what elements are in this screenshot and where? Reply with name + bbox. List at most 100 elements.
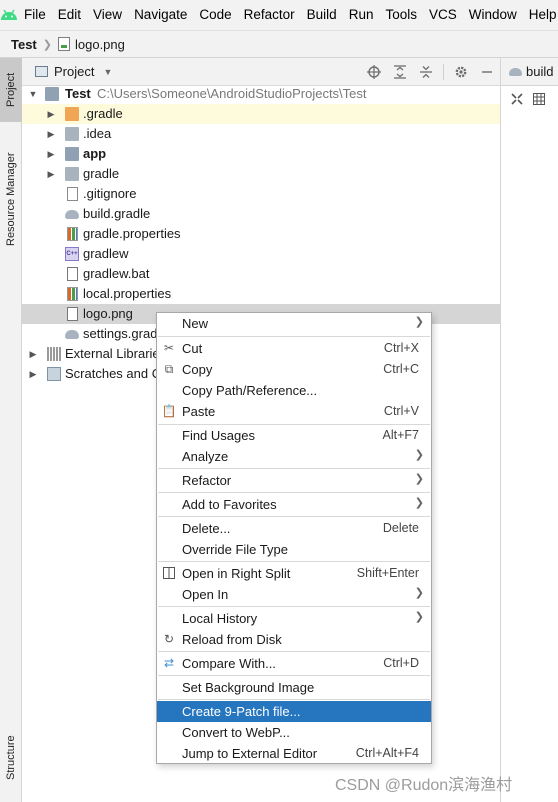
- chevron-right-icon[interactable]: ▶: [27, 364, 39, 384]
- menu-item-label: Set Background Image: [182, 680, 315, 695]
- project-view-icon: [35, 66, 48, 77]
- menu-item-create-9-patch[interactable]: Create 9-Patch file...: [157, 701, 431, 722]
- menu-item-label: Delete...: [182, 521, 231, 536]
- menu-item-label: Analyze: [182, 449, 229, 464]
- properties-file-icon: [67, 287, 78, 301]
- tree-item-label: gradlew.bat: [83, 266, 150, 281]
- menu-item-label: Cut: [182, 341, 203, 356]
- breadcrumb-separator-icon: ❯: [42, 38, 52, 51]
- menu-item-override-file-type[interactable]: Override File Type: [157, 539, 431, 560]
- menu-item-shortcut: Delete: [382, 521, 419, 535]
- chevron-right-icon[interactable]: ▶: [45, 144, 57, 164]
- menu-bar: File Edit View Navigate Code Refactor Bu…: [0, 0, 558, 30]
- tool-window-structure-tab[interactable]: Structure: [0, 718, 22, 798]
- menu-item-set-background-image[interactable]: Set Background Image: [157, 677, 431, 698]
- minimize-icon[interactable]: [474, 58, 500, 86]
- submenu-arrow-icon: ❯: [414, 316, 424, 328]
- menu-item-add-to-favorites[interactable]: Add to Favorites ❯: [157, 494, 431, 515]
- tree-item-label: settings.grad: [83, 326, 158, 341]
- menu-item-delete[interactable]: Delete... Delete: [157, 518, 431, 539]
- grid-icon[interactable]: [533, 92, 545, 108]
- menu-window[interactable]: Window: [463, 0, 523, 30]
- tree-item-label: build.gradle: [83, 206, 151, 221]
- editor-tab-build[interactable]: build: [501, 58, 558, 86]
- gradle-icon: [65, 330, 79, 339]
- menu-item-new[interactable]: New ❯: [157, 313, 431, 334]
- tool-window-project-tab[interactable]: Project: [0, 58, 22, 122]
- folder-icon: [65, 167, 79, 181]
- chevron-down-icon[interactable]: ▼: [103, 67, 112, 77]
- menu-vcs[interactable]: VCS: [423, 0, 463, 30]
- menu-file[interactable]: File: [18, 0, 52, 30]
- menu-refactor[interactable]: Refactor: [238, 0, 301, 30]
- target-icon[interactable]: [361, 58, 387, 86]
- fit-icon[interactable]: [511, 92, 523, 108]
- tree-row-gradle-dir[interactable]: ▶ .gradle: [22, 104, 500, 124]
- menu-item-copy-path[interactable]: Copy Path/Reference...: [157, 380, 431, 401]
- tree-row-build-gradle[interactable]: build.gradle: [22, 204, 500, 224]
- expand-all-icon[interactable]: [387, 58, 413, 86]
- expand-arrow-icon[interactable]: ▼: [27, 84, 39, 104]
- chevron-right-icon[interactable]: ▶: [45, 124, 57, 144]
- toolbar-divider: [443, 64, 444, 80]
- menu-item-label: Jump to External Editor: [182, 746, 318, 761]
- chevron-right-icon[interactable]: ▶: [27, 344, 39, 364]
- menu-help[interactable]: Help: [523, 0, 558, 30]
- tree-row-gradlew[interactable]: C++ gradlew: [22, 244, 500, 264]
- submenu-arrow-icon: ❯: [414, 587, 424, 599]
- project-view-title[interactable]: Project: [54, 64, 94, 79]
- menu-item-shortcut: Alt+F7: [382, 428, 419, 442]
- menu-run[interactable]: Run: [343, 0, 380, 30]
- chevron-right-icon[interactable]: ▶: [45, 104, 57, 124]
- gear-icon[interactable]: [448, 58, 474, 86]
- menu-item-label: Override File Type: [182, 542, 288, 557]
- menu-item-local-history[interactable]: Local History ❯: [157, 608, 431, 629]
- tree-row-gitignore[interactable]: .gitignore: [22, 184, 500, 204]
- context-menu: New ❯ ✂ Cut Ctrl+X ⧉ Copy Ctrl+C Copy Pa…: [156, 312, 432, 764]
- submenu-arrow-icon: ❯: [414, 473, 424, 485]
- menu-item-reload-from-disk[interactable]: ↻ Reload from Disk: [157, 629, 431, 650]
- menu-navigate[interactable]: Navigate: [128, 0, 193, 30]
- menu-item-refactor[interactable]: Refactor ❯: [157, 470, 431, 491]
- menu-separator: [158, 651, 430, 652]
- tree-item-label: .idea: [83, 126, 112, 141]
- tree-row-root[interactable]: ▼ Test C:\Users\Someone\AndroidStudioPro…: [22, 84, 500, 104]
- tree-row-local-properties[interactable]: local.properties: [22, 284, 500, 304]
- chevron-right-icon[interactable]: ▶: [45, 164, 57, 184]
- menu-item-label: Compare With...: [182, 656, 276, 671]
- menu-item-compare-with[interactable]: ⇄ Compare With... Ctrl+D: [157, 653, 431, 674]
- menu-view[interactable]: View: [87, 0, 128, 30]
- menu-item-open-in[interactable]: Open In ❯: [157, 584, 431, 605]
- tree-item-label: local.properties: [83, 286, 172, 301]
- menu-item-label: Reload from Disk: [182, 632, 282, 647]
- breadcrumb-project[interactable]: Test: [11, 37, 37, 52]
- menu-tools[interactable]: Tools: [379, 0, 423, 30]
- menu-item-paste[interactable]: 📋 Paste Ctrl+V: [157, 401, 431, 422]
- menu-item-open-in-right-split[interactable]: Open in Right Split Shift+Enter: [157, 563, 431, 584]
- menu-build[interactable]: Build: [301, 0, 343, 30]
- menu-item-jump-to-external-editor[interactable]: Jump to External Editor Ctrl+Alt+F4: [157, 743, 431, 764]
- menu-item-label: Refactor: [182, 473, 232, 488]
- collapse-all-icon[interactable]: [413, 58, 439, 86]
- menu-item-shortcut: Ctrl+D: [383, 656, 419, 670]
- submenu-arrow-icon: ❯: [414, 611, 424, 623]
- menu-code[interactable]: Code: [193, 0, 237, 30]
- android-logo-icon[interactable]: [0, 0, 18, 30]
- menu-item-find-usages[interactable]: Find Usages Alt+F7: [157, 425, 431, 446]
- tool-window-resource-manager-tab[interactable]: Resource Manager: [0, 138, 22, 260]
- menu-item-analyze[interactable]: Analyze ❯: [157, 446, 431, 467]
- menu-item-copy[interactable]: ⧉ Copy Ctrl+C: [157, 359, 431, 380]
- tree-row-gradle[interactable]: ▶ gradle: [22, 164, 500, 184]
- tree-root-name: Test: [65, 86, 91, 101]
- menu-item-convert-to-webp[interactable]: Convert to WebP...: [157, 722, 431, 743]
- tree-row-gradlew-bat[interactable]: gradlew.bat: [22, 264, 500, 284]
- tree-row-gradle-properties[interactable]: gradle.properties: [22, 224, 500, 244]
- menu-edit[interactable]: Edit: [52, 0, 87, 30]
- breadcrumb-file[interactable]: logo.png: [75, 37, 125, 52]
- scissors-icon: ✂: [163, 341, 175, 355]
- png-file-icon: [57, 37, 70, 51]
- tree-row-idea[interactable]: ▶ .idea: [22, 124, 500, 144]
- menu-item-cut[interactable]: ✂ Cut Ctrl+X: [157, 338, 431, 359]
- tree-row-app[interactable]: ▶ app: [22, 144, 500, 164]
- project-panel-toolbar: [361, 58, 500, 86]
